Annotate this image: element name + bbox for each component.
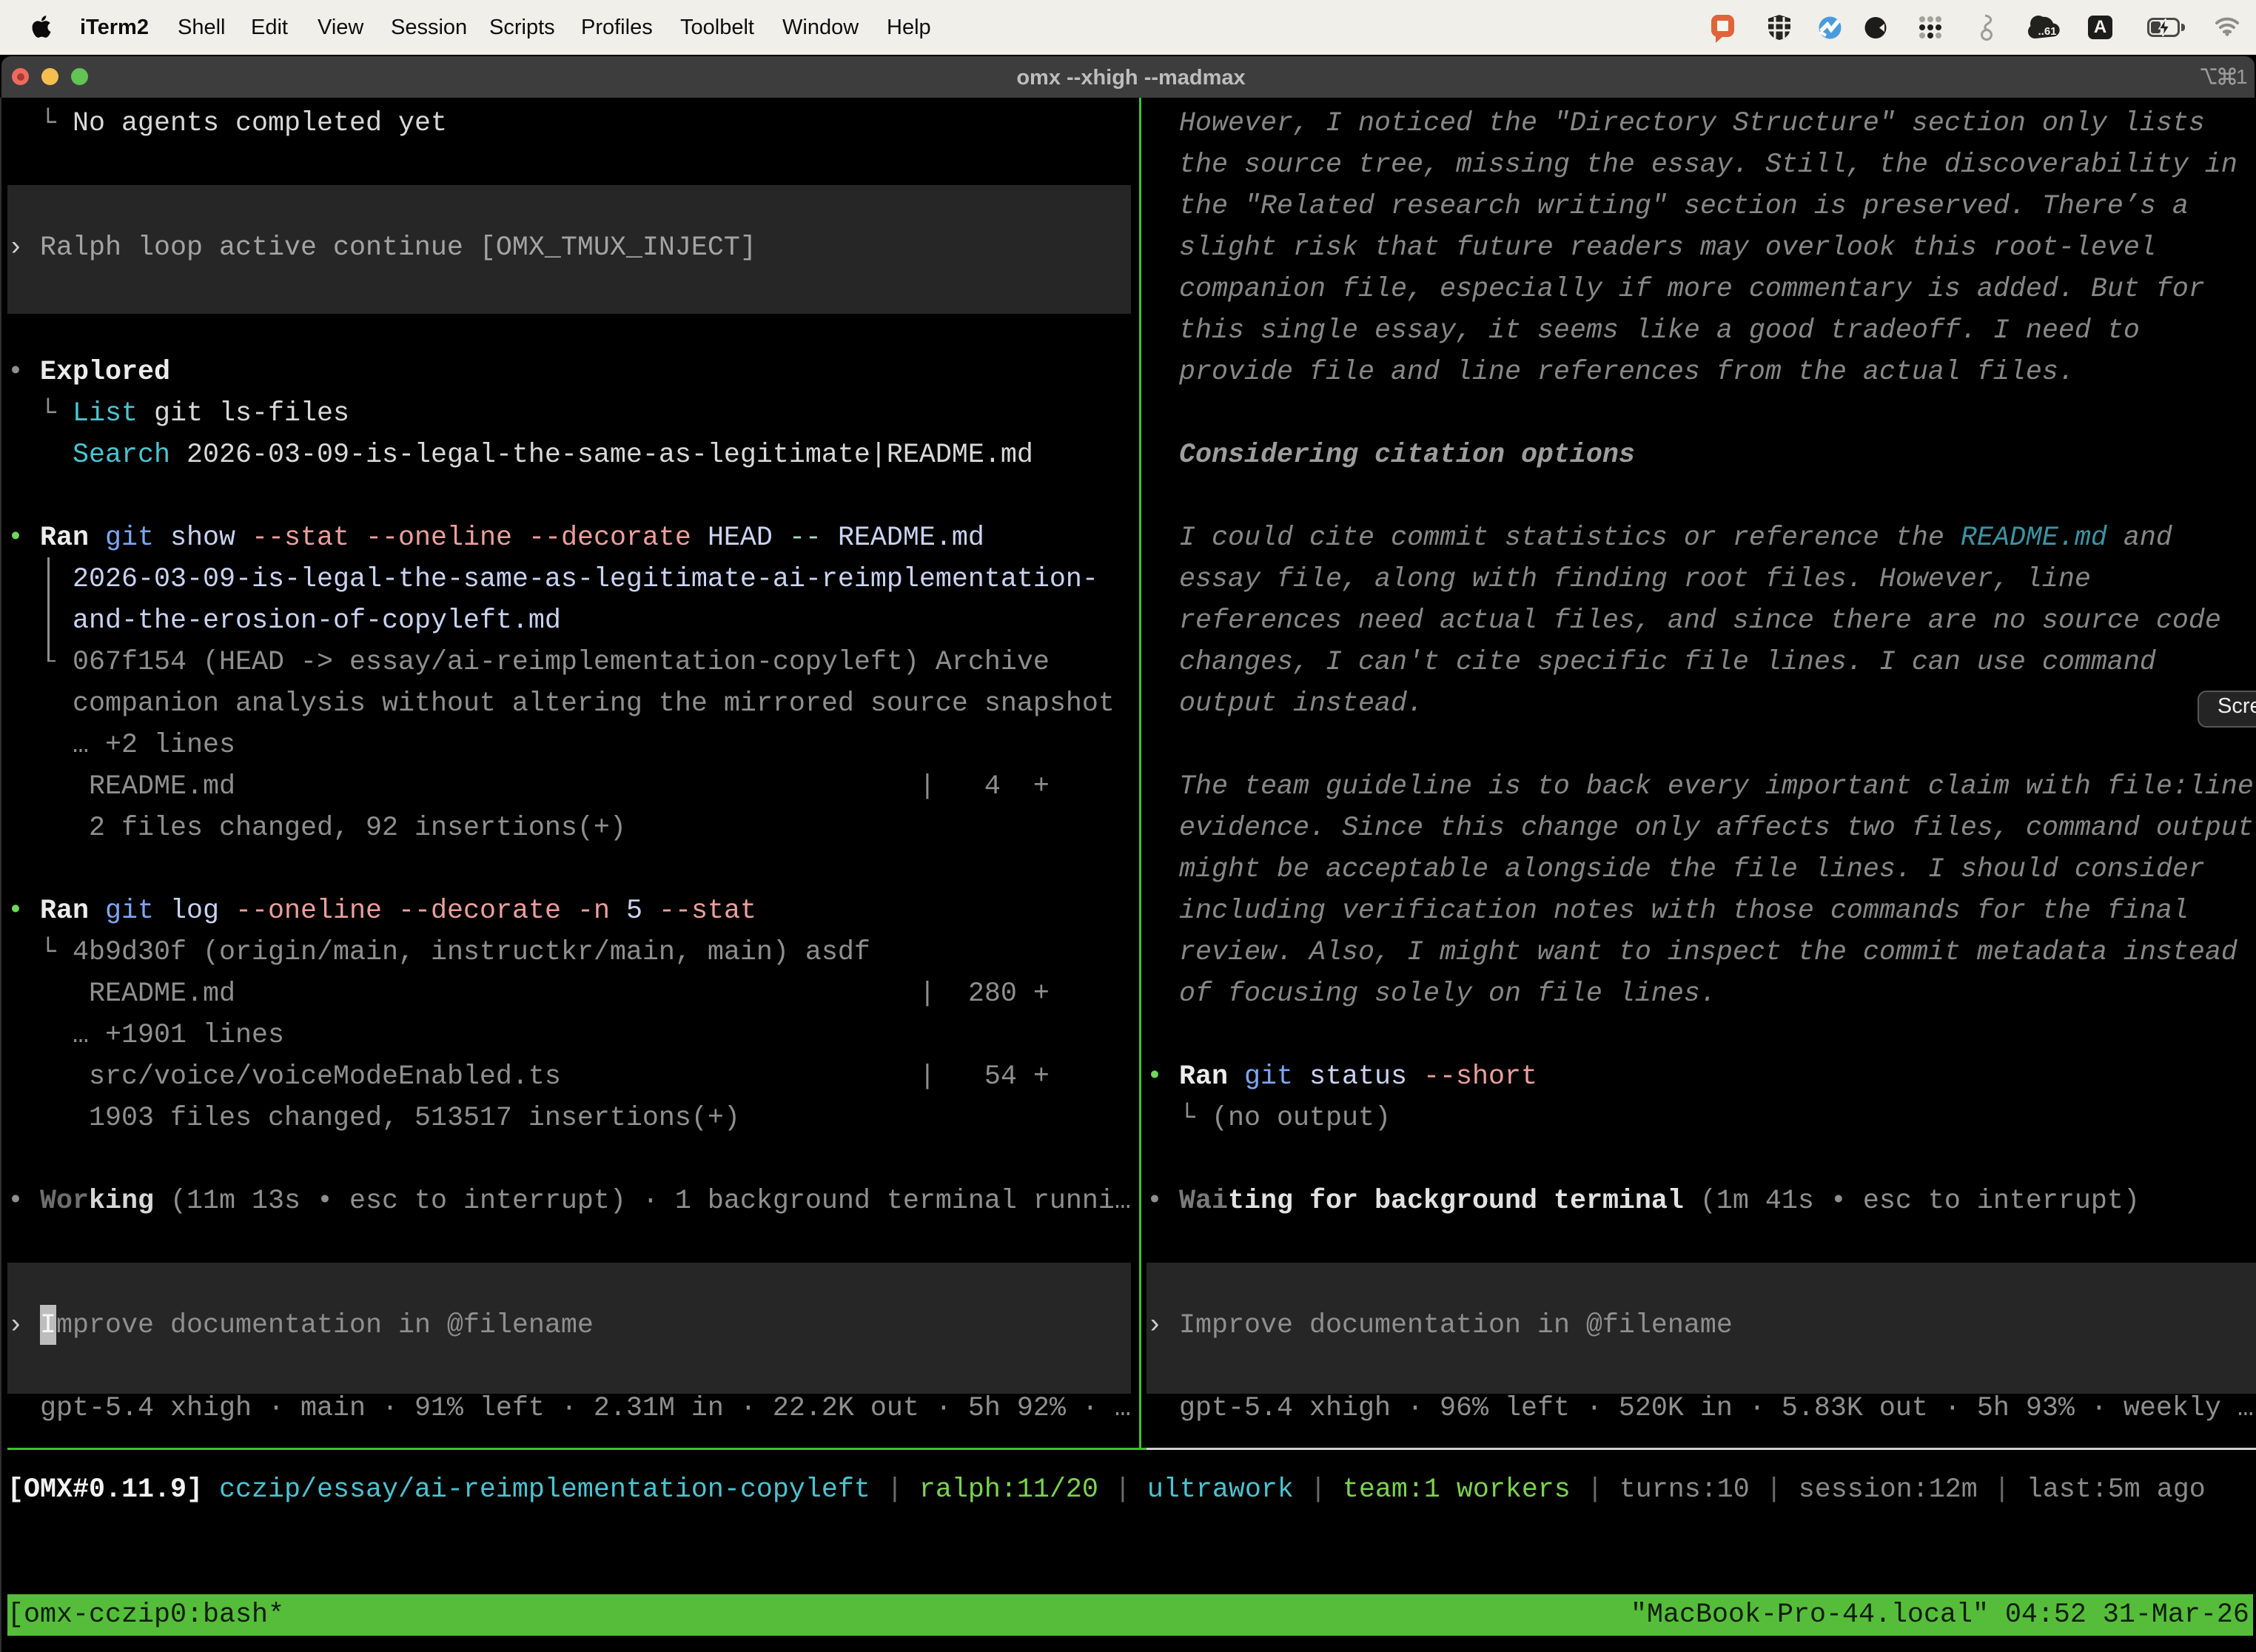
svg-text:..61: ..61 [2038,25,2057,38]
